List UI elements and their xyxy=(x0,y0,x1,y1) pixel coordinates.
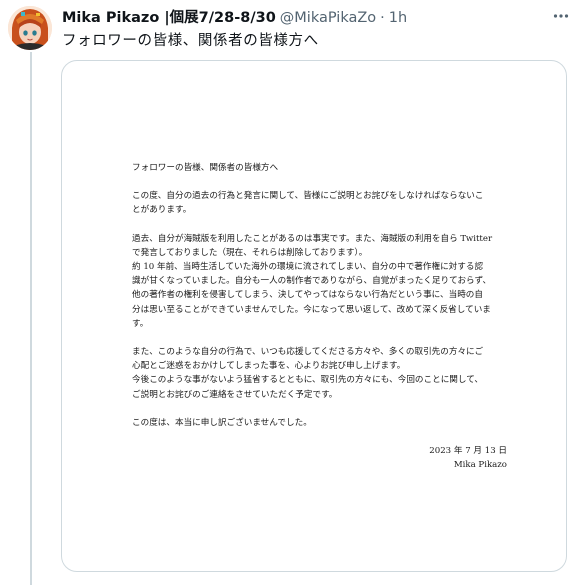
tweet-header: Mika Pikazo |個展7/28-8/30 @MikaPikaZo · 1… xyxy=(62,8,407,28)
letter-line: この度、自分の過去の行為と発言に関して、皆様にご説明とお詫びをしなければならない… xyxy=(132,191,484,202)
letter-line: ご説明とお詫びのご連絡をさせていただく予定です。 xyxy=(132,389,338,400)
letter-line: 識が甘くなっていました。自分も一人の制作者でありながら、自覚がまったく足りておら… xyxy=(132,276,492,287)
letter-line: で発言しておりました（現在、それらは削除しております）。 xyxy=(132,247,368,258)
letter-line: 他の著作者の権利を侵害してしまう、決してやってはならない行為だという事に、当時の… xyxy=(132,290,483,301)
more-options-button[interactable] xyxy=(546,4,576,28)
avatar-illustration-icon xyxy=(8,6,52,50)
more-horizontal-icon xyxy=(553,14,569,18)
avatar[interactable] xyxy=(8,6,52,50)
tweet-image-card[interactable]: フォロワーの皆様、関係者の皆様方へ この度、自分の過去の行為と発言に関して、皆様… xyxy=(61,60,567,572)
letter-line: 今後このような事がないよう猛省するとともに、取引先の方々にも、今回のことに関して… xyxy=(132,375,483,386)
letter-line: 約 10 年前、当時生活していた海外の環境に流されてしまい、自分の中で著作権に対… xyxy=(132,262,484,273)
tweet-text: フォロワーの皆様、関係者の皆様方へ xyxy=(62,33,319,49)
letter-signature: Mika Pikazo xyxy=(453,460,507,471)
letter-line: 過去、自分が海賊版を利用したことがあるのは事実です。また、海賊版の利用を自ら T… xyxy=(132,233,493,244)
author-display-name[interactable]: Mika Pikazo |個展7/28-8/30 xyxy=(62,8,276,28)
letter-line: 分は思い至ることができていませんでした。今になって思い返して、改めて深く反省して… xyxy=(132,304,491,315)
author-handle[interactable]: @MikaPikaZo xyxy=(280,8,376,28)
letter-line: す。 xyxy=(132,318,149,329)
letter-salutation: フォロワーの皆様、関係者の皆様方へ xyxy=(132,163,279,173)
thread-line xyxy=(30,52,32,585)
letter-line: また、このような自分の行為で、いつも応援してくださる方々や、多くの取引先の方々に… xyxy=(132,347,484,358)
apology-letter: フォロワーの皆様、関係者の皆様方へ この度、自分の過去の行為と発言に関して、皆様… xyxy=(132,161,507,472)
letter-line: とがあります。 xyxy=(132,205,192,216)
tweet-timestamp[interactable]: 1h xyxy=(389,8,407,28)
letter-line: 心配とご迷惑をおかけしてしまった事を、心よりお詫び申し上げます。 xyxy=(132,361,406,372)
letter-date: 2023 年 7 月 13 日 xyxy=(429,446,507,457)
header-separator: · xyxy=(380,10,385,26)
letter-closing: この度は、本当に申し訳ございませんでした。 xyxy=(132,417,312,428)
